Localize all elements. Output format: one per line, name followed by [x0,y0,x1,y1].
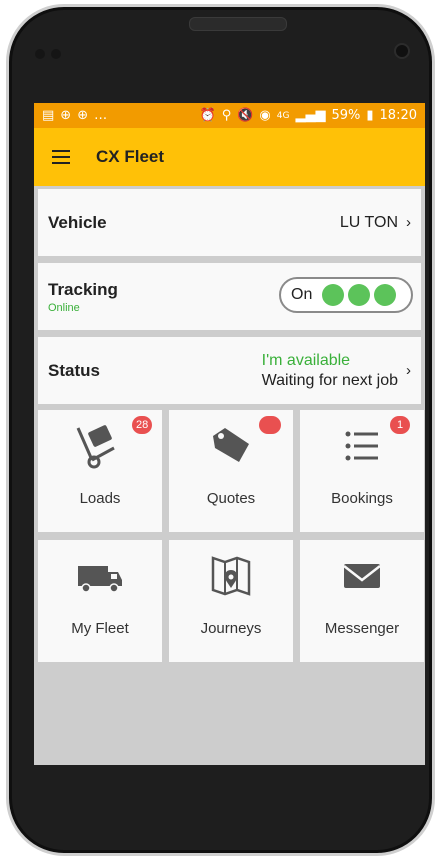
van-icon [78,566,122,593]
bookings-tile[interactable]: 1 Bookings [300,410,424,532]
toggle-label: On [291,286,313,303]
map-pin-icon [211,556,251,596]
signal-icon: ▂▄▆ [295,108,326,123]
availability-text: I'm available [261,351,351,369]
circle-icon: ⊕ [60,108,72,123]
network-indicator: 4G [276,110,290,121]
status-row[interactable]: Status I'm available Waiting for next jo… [38,337,421,404]
notification-icon: ▤ [42,108,55,123]
quotes-badge [259,416,281,434]
chevron-right-icon: › [406,362,411,379]
time-text: 18:20 [379,108,417,123]
app-screen: ▤ ⊕ ⊕ … ⏰ ⚲ 🔇 ◉ 4G ▂▄▆ 59% ▮ 18:20 CX Fl… [34,103,425,765]
tracking-status: Online [48,301,80,314]
my-fleet-tile[interactable]: My Fleet [38,540,162,662]
status-label: Status [48,360,100,380]
tracking-toggle[interactable]: On [279,277,413,313]
quotes-label: Quotes [206,490,256,507]
vehicle-row[interactable]: Vehicle LU TON › [38,189,421,256]
loads-tile[interactable]: 28 Loads [38,410,162,532]
loads-label: Loads [79,490,121,507]
sensor-dot [51,49,61,59]
loads-badge: 28 [132,416,153,434]
messenger-label: Messenger [324,620,400,637]
quotes-tile[interactable]: Quotes [169,410,293,532]
toggle-dot [374,284,397,306]
battery-text: 59% [331,108,361,123]
vehicle-label: Vehicle [48,212,107,232]
toggle-dot [348,284,371,306]
mute-icon: 🔇 [237,108,254,123]
menu-icon[interactable] [52,150,70,164]
more-icon: … [94,108,108,123]
bookings-badge: 1 [390,416,410,434]
envelope-icon [343,564,381,588]
vehicle-value: LU TON [339,213,398,231]
app-bar: CX Fleet [34,128,425,186]
hand-truck-icon [76,425,115,469]
battery-icon: ▮ [366,108,374,123]
journeys-tile[interactable]: Journeys [169,540,293,662]
circle-icon: ⊕ [77,108,89,123]
tracking-row: Tracking Online On [38,263,421,330]
chevron-right-icon: › [406,214,411,231]
my-fleet-label: My Fleet [71,620,129,637]
front-camera [394,43,410,59]
toggle-dot [322,284,345,306]
bookings-label: Bookings [331,490,393,507]
alarm-icon: ⏰ [199,108,216,123]
list-icon [345,431,378,461]
sensor-dot [35,49,45,59]
app-title: CX Fleet [96,147,165,166]
tracking-label: Tracking [48,279,118,299]
messenger-tile[interactable]: Messenger [300,540,424,662]
status-detail: Waiting for next job [261,371,398,389]
location-icon: ⚲ [221,108,232,123]
tag-icon [213,428,249,462]
status-bar: ▤ ⊕ ⊕ … ⏰ ⚲ 🔇 ◉ 4G ▂▄▆ 59% ▮ 18:20 [34,103,425,128]
earpiece-speaker [189,17,287,31]
data-icon: ◉ [259,108,271,123]
journeys-label: Journeys [200,620,262,637]
